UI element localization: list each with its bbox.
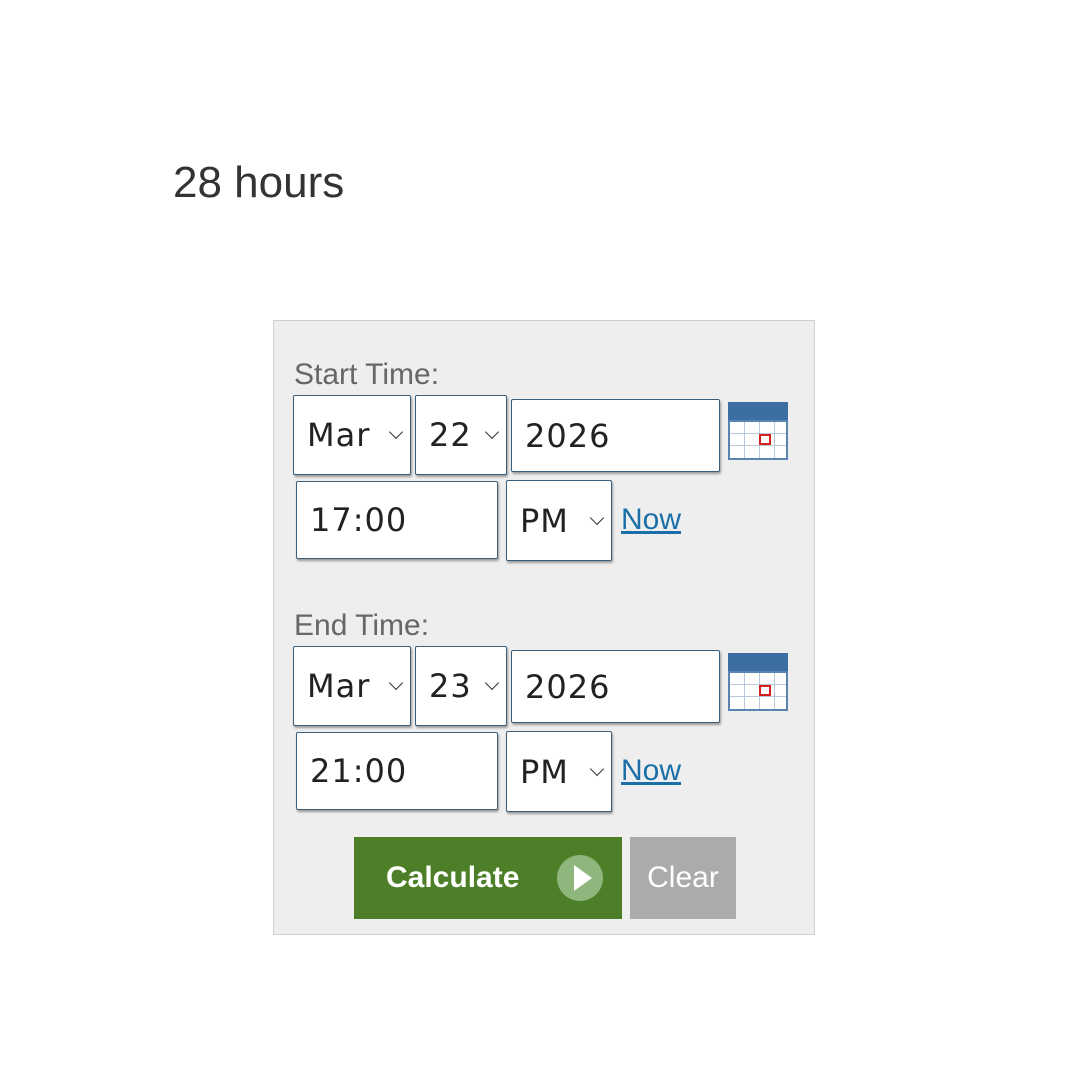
- start-year-value: 2026: [525, 416, 611, 455]
- end-ampm-select[interactable]: PM: [506, 731, 612, 812]
- result-text: 28 hours: [173, 158, 345, 207]
- start-day-select[interactable]: 22: [415, 395, 507, 475]
- start-time-value: 17:00: [310, 501, 408, 539]
- chevron-down-icon: [589, 510, 605, 525]
- start-now-link[interactable]: Now: [621, 503, 681, 537]
- start-ampm-value: PM: [520, 501, 569, 540]
- chevron-down-icon: [388, 424, 404, 440]
- end-day-select[interactable]: 23: [415, 646, 507, 726]
- start-month-value: Mar: [307, 416, 371, 454]
- end-now-link[interactable]: Now: [621, 754, 681, 788]
- calculate-label: Calculate: [386, 861, 520, 894]
- start-month-select[interactable]: Mar: [293, 395, 411, 475]
- calendar-icon[interactable]: [728, 653, 788, 711]
- chevron-down-icon: [388, 675, 404, 691]
- end-ampm-value: PM: [520, 752, 569, 791]
- chevron-down-icon: [484, 424, 500, 440]
- start-year-input[interactable]: 2026: [511, 399, 720, 472]
- chevron-down-icon: [484, 675, 500, 691]
- end-year-value: 2026: [525, 667, 611, 706]
- end-time-input[interactable]: 21:00: [296, 732, 498, 810]
- calendar-icon[interactable]: [728, 402, 788, 460]
- chevron-down-icon: [589, 761, 605, 776]
- start-time-label: Start Time:: [294, 358, 440, 391]
- end-time-label: End Time:: [294, 609, 430, 642]
- calculate-button[interactable]: Calculate: [354, 837, 622, 919]
- end-year-input[interactable]: 2026: [511, 650, 720, 723]
- end-month-value: Mar: [307, 667, 371, 705]
- end-time-value: 21:00: [310, 752, 408, 790]
- end-day-value: 23: [429, 667, 472, 705]
- end-month-select[interactable]: Mar: [293, 646, 411, 726]
- start-time-input[interactable]: 17:00: [296, 481, 498, 559]
- play-icon: [557, 855, 603, 901]
- clear-button[interactable]: Clear: [630, 837, 736, 919]
- start-ampm-select[interactable]: PM: [506, 480, 612, 561]
- start-day-value: 22: [429, 416, 472, 454]
